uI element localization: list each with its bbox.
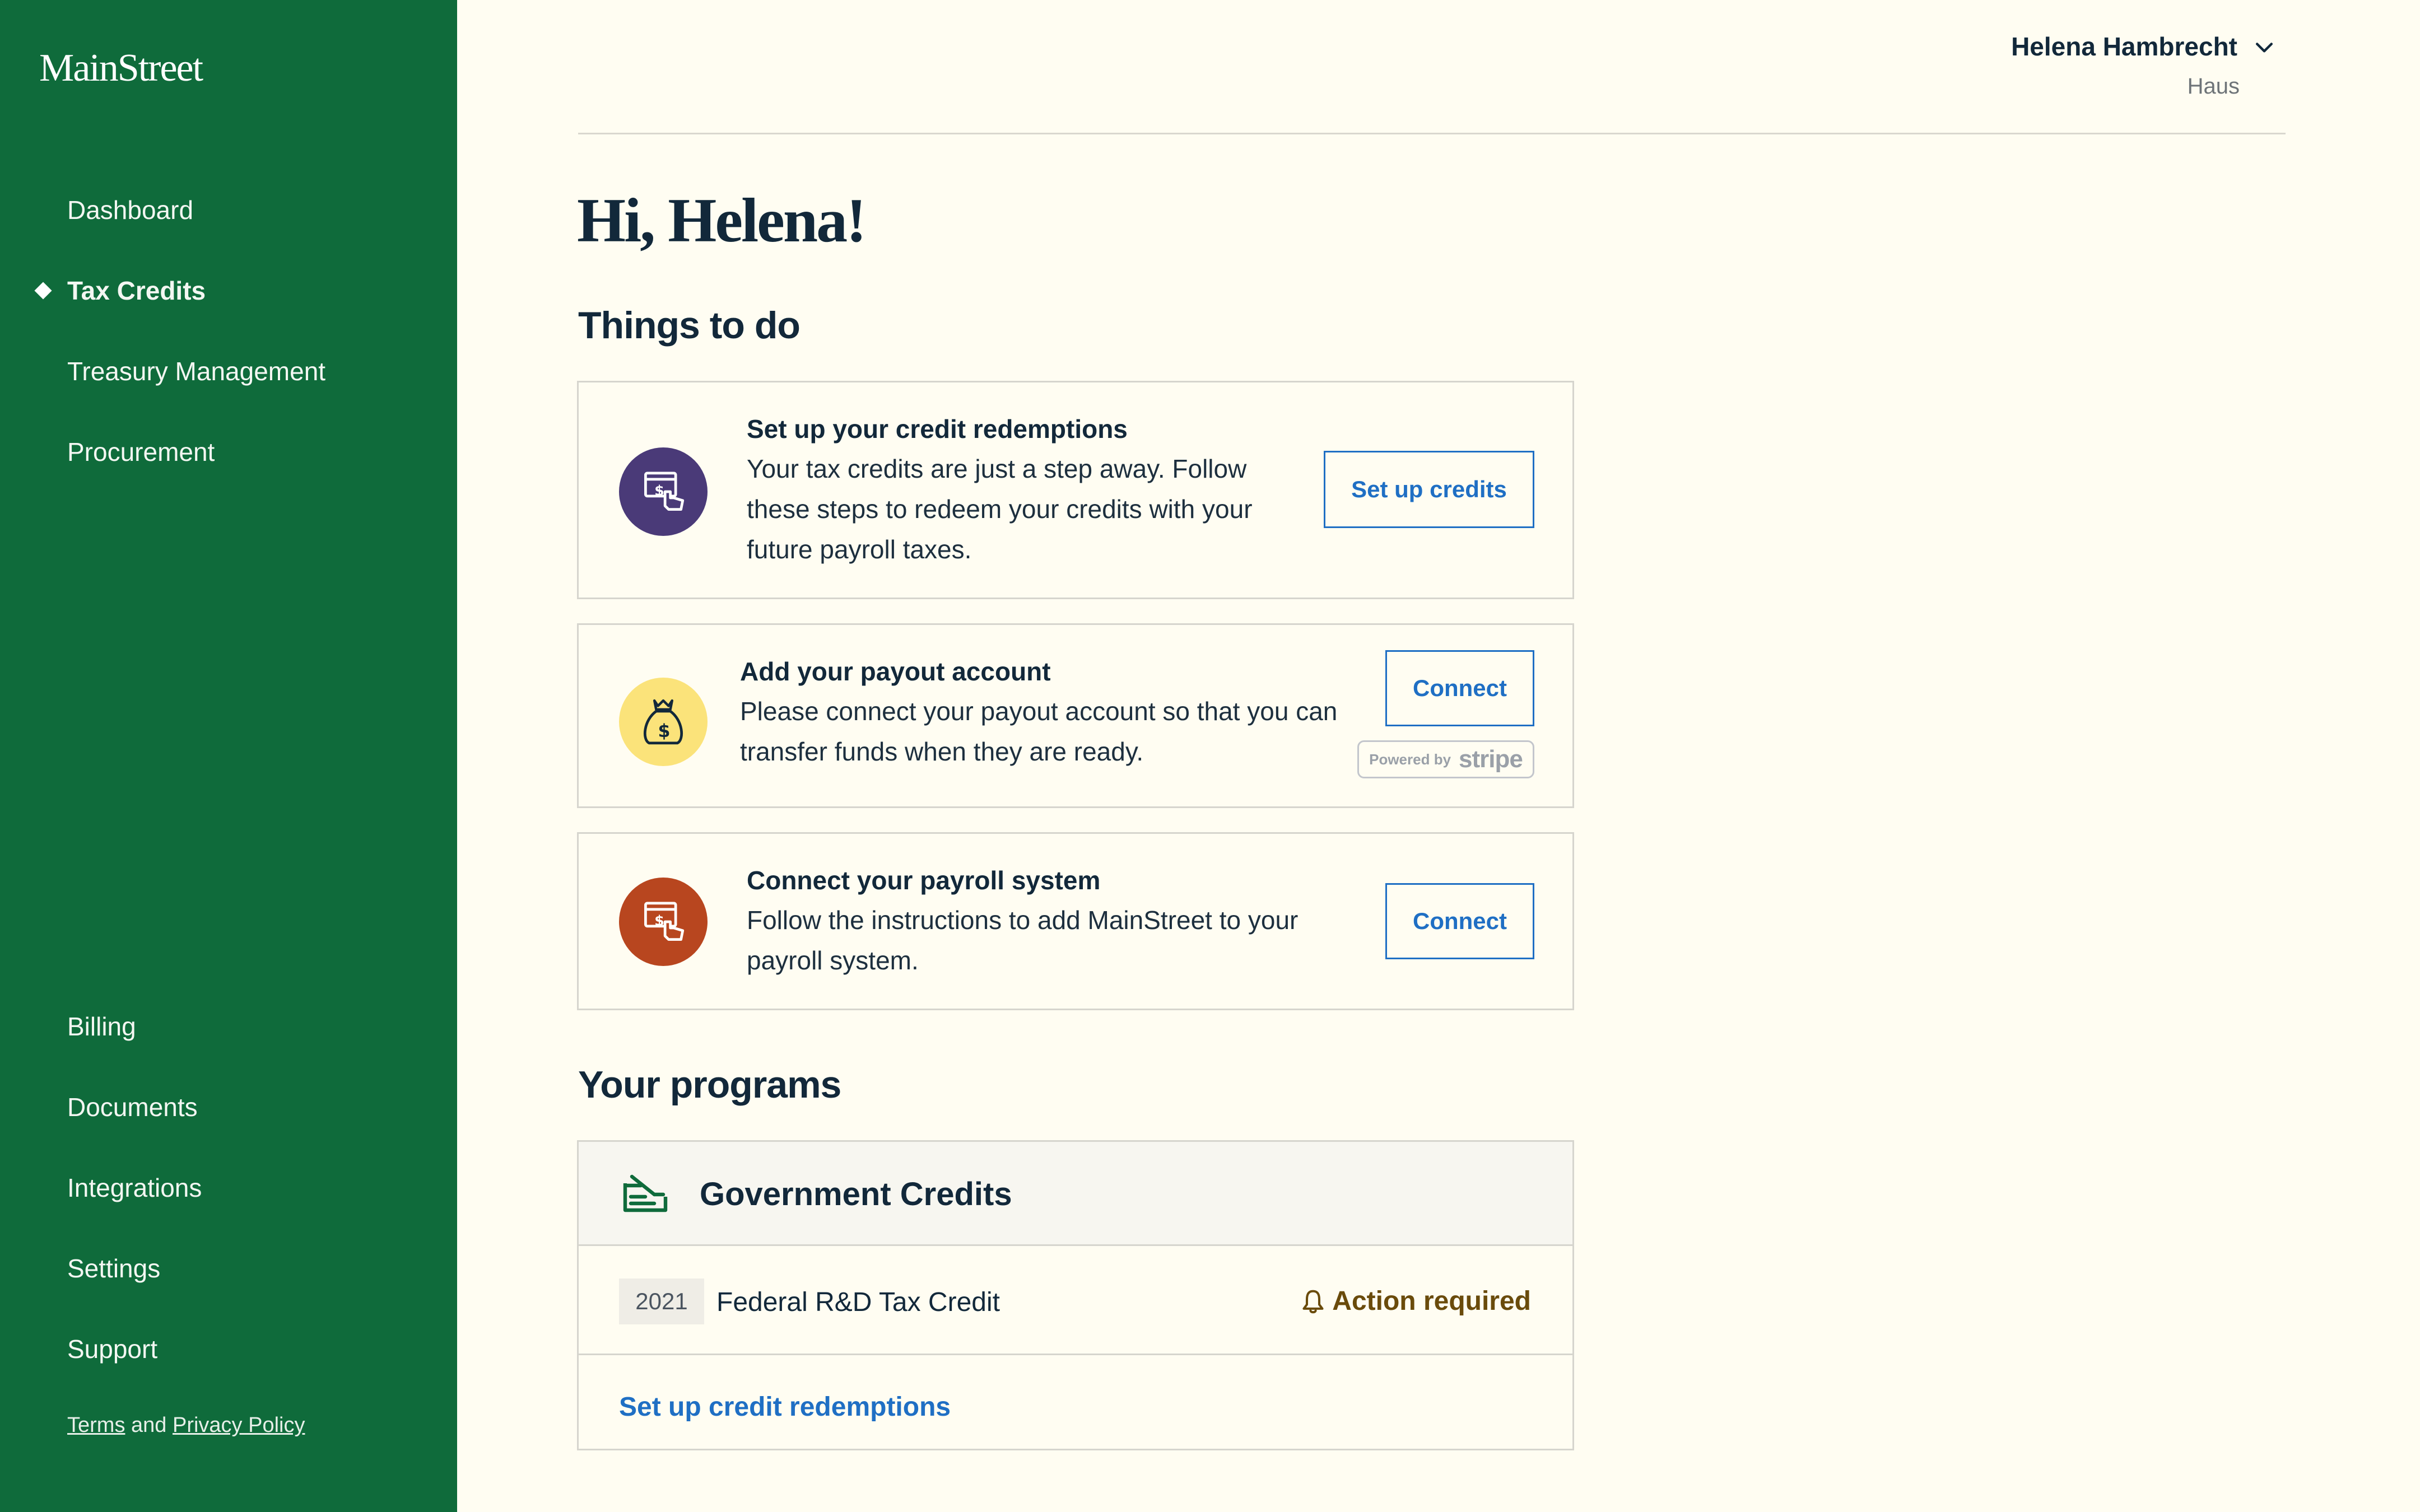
set-up-credit-redemptions-link[interactable]: Set up credit redemptions [619,1392,951,1422]
stripe-logo: stripe [1459,745,1523,773]
active-indicator-icon [34,282,52,300]
connect-payroll-button[interactable]: Connect [1385,883,1534,959]
program-card-government-credits: Government Credits 2021 Federal R&D Tax … [577,1140,1574,1450]
payroll-icon: $ [619,878,708,966]
sidebar-item-label: Support [67,1334,158,1364]
sidebar-item-label: Dashboard [67,195,194,225]
credit-name: Federal R&D Tax Credit [716,1287,1000,1317]
todo-title: Connect your payroll system [747,866,1101,895]
sidebar-item-documents[interactable]: Documents [67,1092,198,1122]
chevron-down-icon[interactable] [2252,35,2277,59]
todo-title: Add your payout account [740,657,1051,686]
bell-icon [1302,1290,1324,1313]
sidebar-item-label: Integrations [67,1173,202,1202]
todo-description: Your tax credits are just a step away. F… [747,454,1253,564]
sidebar-item-label: Documents [67,1093,198,1122]
connect-payout-button[interactable]: Connect [1385,650,1534,726]
todo-description: Follow the instructions to add MainStree… [747,906,1299,975]
organization-name: Haus [2187,74,2240,99]
program-title: Government Credits [700,1176,1012,1212]
sidebar-item-procurement[interactable]: Procurement [67,437,215,467]
sidebar-item-dashboard[interactable]: Dashboard [67,195,193,225]
program-header: Government Credits [579,1142,1572,1246]
svg-text:$: $ [654,912,664,928]
todo-description: Please connect your payout account so th… [740,697,1338,766]
sidebar-item-label: Settings [67,1254,161,1283]
user-name[interactable]: Helena Hambrecht [2011,31,2237,62]
year-tag: 2021 [619,1278,704,1324]
sidebar-item-tax-credits[interactable]: Tax Credits [34,276,206,306]
terms-link[interactable]: Terms [67,1413,125,1437]
powered-by-stripe-badge[interactable]: Powered by stripe [1357,740,1534,778]
legal-links: Terms and Privacy Policy [67,1413,305,1438]
header-divider [578,133,2286,134]
mainstreet-logo[interactable]: MainStreet [39,46,203,91]
money-bag-icon: $ [619,678,708,766]
things-to-do-title: Things to do [578,304,801,347]
page-greeting: Hi, Helena! [577,186,867,255]
sidebar-item-label: Billing [67,1012,136,1041]
svg-text:$: $ [658,721,671,741]
status-label: Action required [1332,1286,1531,1316]
svg-text:$: $ [654,482,664,498]
badge-prefix: Powered by [1369,750,1451,768]
sidebar-item-integrations[interactable]: Integrations [67,1173,202,1203]
sidebar-item-label: Procurement [67,437,215,466]
sidebar-item-settings[interactable]: Settings [67,1253,160,1284]
sidebar-item-support[interactable]: Support [67,1334,157,1364]
todo-card-credit-redemptions: $ Set up your credit redemptions Your ta… [577,381,1574,599]
your-programs-title: Your programs [578,1063,841,1106]
government-credits-icon [623,1174,668,1212]
sidebar-item-label: Treasury Management [67,357,326,386]
todo-title: Set up your credit redemptions [747,414,1128,444]
legal-and-text: and [131,1413,167,1437]
sidebar-item-billing[interactable]: Billing [67,1011,136,1042]
sidebar-item-treasury-management[interactable]: Treasury Management [67,356,325,386]
sidebar: MainStreet Dashboard Tax Credits Treasur… [0,0,457,1512]
sidebar-item-label: Tax Credits [67,276,206,305]
program-credit-row[interactable]: 2021 Federal R&D Tax Credit Action requi… [579,1248,1572,1355]
todo-card-payroll-system: $ Connect your payroll system Follow the… [577,832,1574,1010]
action-required-status[interactable]: Action required [1301,1286,1531,1317]
todo-card-payout-account: $ Add your payout account Please connect… [577,623,1574,808]
credit-redemption-icon: $ [619,447,708,536]
privacy-policy-link[interactable]: Privacy Policy [173,1413,305,1437]
set-up-credits-button[interactable]: Set up credits [1324,451,1534,528]
